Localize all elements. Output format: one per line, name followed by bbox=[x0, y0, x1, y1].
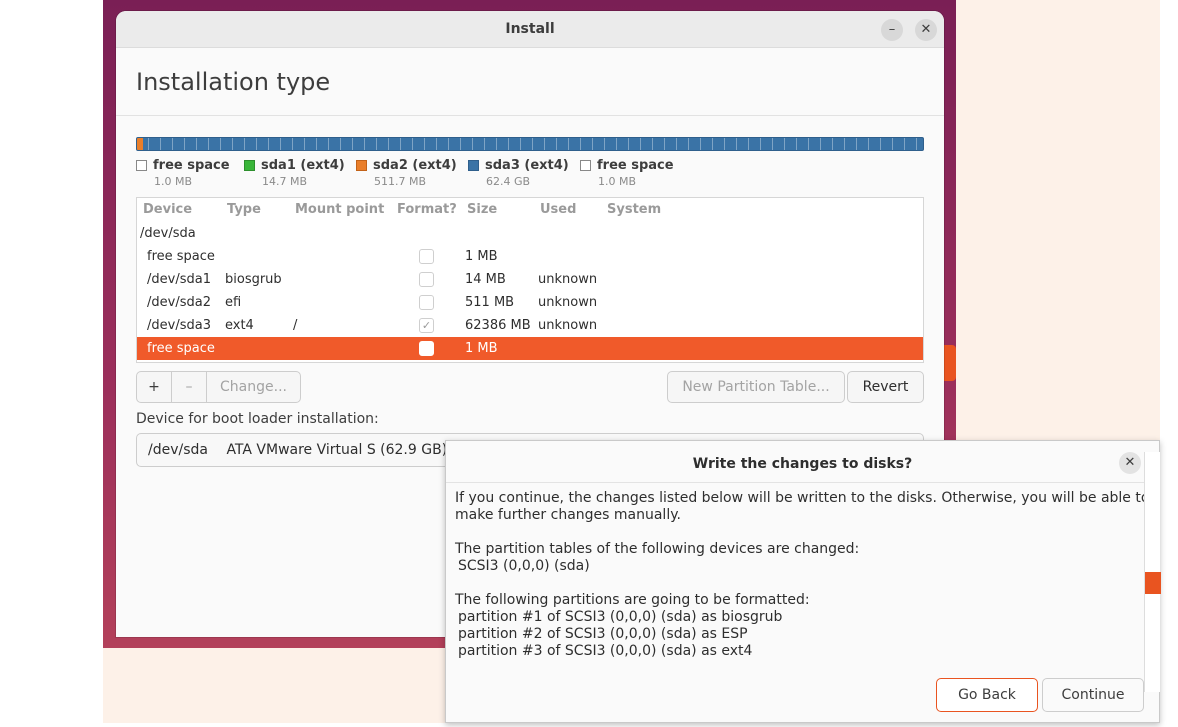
background-window bbox=[1144, 452, 1161, 692]
legend-item: free space 1.0 MB bbox=[136, 158, 230, 188]
column-header-used[interactable]: Used bbox=[540, 202, 576, 217]
cell-used: unknown bbox=[538, 272, 598, 287]
title-bar[interactable]: Install – ✕ bbox=[116, 11, 944, 48]
table-row[interactable]: free space 1 MB bbox=[137, 245, 923, 268]
window-title: Install bbox=[505, 21, 555, 37]
cell-size: 1 MB bbox=[465, 249, 498, 264]
cell-device: free space bbox=[147, 341, 215, 356]
cell-type: biosgrub bbox=[225, 272, 282, 287]
new-partition-table-button[interactable]: New Partition Table... bbox=[667, 371, 845, 403]
background-window-edge bbox=[943, 345, 956, 381]
cell-size: 14 MB bbox=[465, 272, 506, 287]
legend-swatch bbox=[244, 160, 255, 171]
write-changes-dialog: Write the changes to disks? ✕ If you con… bbox=[445, 440, 1160, 723]
column-header-size[interactable]: Size bbox=[467, 202, 497, 217]
legend-item: sda1 (ext4) 14.7 MB bbox=[244, 158, 345, 188]
legend-swatch bbox=[468, 160, 479, 171]
column-header-device[interactable]: Device bbox=[143, 202, 192, 217]
revert-button[interactable]: Revert bbox=[847, 371, 924, 403]
formatted-partition: partition #2 of SCSI3 (0,0,0) (sda) as E… bbox=[458, 626, 748, 642]
format-checkbox[interactable] bbox=[419, 249, 434, 264]
legend-label: free space bbox=[153, 158, 230, 173]
desktop-background-right bbox=[956, 0, 1160, 440]
divider bbox=[116, 115, 944, 116]
cell-type: ext4 bbox=[225, 318, 254, 333]
table-row-selected[interactable]: free space 1 MB bbox=[137, 337, 923, 360]
legend-swatch bbox=[136, 160, 147, 171]
partition-button-group: + – Change... bbox=[136, 371, 301, 403]
desktop-background-bottom bbox=[103, 648, 445, 723]
legend-item: sda2 (ext4) 511.7 MB bbox=[356, 158, 457, 188]
background-window-selection bbox=[1145, 572, 1161, 594]
cell-used: unknown bbox=[538, 318, 598, 333]
formatted-partitions-heading: The following partitions are going to be… bbox=[455, 592, 810, 608]
cell-mount-point: / bbox=[293, 318, 298, 333]
dialog-body: If you continue, the changes listed belo… bbox=[455, 490, 1150, 660]
cell-device: /dev/sda bbox=[140, 226, 196, 241]
partition-tables-heading: The partition tables of the following de… bbox=[455, 541, 860, 557]
legend-label: sda2 (ext4) bbox=[373, 158, 457, 173]
legend-swatch bbox=[356, 160, 367, 171]
cell-size: 62386 MB bbox=[465, 318, 531, 333]
page-title: Installation type bbox=[136, 68, 331, 96]
cell-size: 511 MB bbox=[465, 295, 515, 310]
remove-partition-button[interactable]: – bbox=[172, 372, 207, 402]
legend-label: sda3 (ext4) bbox=[485, 158, 569, 173]
format-checkbox[interactable] bbox=[419, 295, 434, 310]
legend-swatch bbox=[580, 160, 591, 171]
legend-size: 14.7 MB bbox=[262, 175, 308, 188]
minimize-icon[interactable]: – bbox=[881, 19, 903, 41]
formatted-partition: partition #3 of SCSI3 (0,0,0) (sda) as e… bbox=[458, 643, 753, 659]
boot-loader-label: Device for boot loader installation: bbox=[136, 411, 379, 427]
cell-device: free space bbox=[147, 249, 215, 264]
table-row[interactable]: /dev/sda1 biosgrub 14 MB unknown bbox=[137, 268, 923, 291]
legend-item: free space 1.0 MB bbox=[580, 158, 674, 188]
close-icon[interactable]: ✕ bbox=[915, 19, 937, 41]
boot-device: /dev/sda bbox=[148, 442, 208, 458]
boot-device-description: ATA VMware Virtual S (62.9 GB) bbox=[226, 442, 448, 458]
column-header-format[interactable]: Format? bbox=[397, 202, 457, 217]
add-partition-button[interactable]: + bbox=[137, 372, 172, 402]
changed-device: SCSI3 (0,0,0) (sda) bbox=[458, 558, 590, 574]
dialog-intro: If you continue, the changes listed belo… bbox=[455, 490, 1150, 523]
close-icon[interactable]: ✕ bbox=[1119, 452, 1141, 474]
legend-size: 1.0 MB bbox=[598, 175, 637, 188]
formatted-partition: partition #1 of SCSI3 (0,0,0) (sda) as b… bbox=[458, 609, 783, 625]
cell-size: 1 MB bbox=[465, 341, 498, 356]
column-header-type[interactable]: Type bbox=[227, 202, 261, 217]
format-checkbox-checked[interactable]: ✓ bbox=[419, 318, 434, 333]
legend-label: sda1 (ext4) bbox=[261, 158, 345, 173]
continue-button[interactable]: Continue bbox=[1042, 678, 1144, 712]
partition-bar-segment-sda2 bbox=[137, 138, 143, 150]
cell-used: unknown bbox=[538, 295, 598, 310]
dialog-title: Write the changes to disks? bbox=[446, 441, 1159, 483]
legend-size: 62.4 GB bbox=[486, 175, 531, 188]
go-back-button[interactable]: Go Back bbox=[936, 678, 1038, 712]
legend-size: 1.0 MB bbox=[154, 175, 193, 188]
table-row[interactable]: /dev/sda bbox=[137, 222, 923, 245]
cell-device: /dev/sda2 bbox=[147, 295, 211, 310]
legend-size: 511.7 MB bbox=[374, 175, 427, 188]
change-partition-button[interactable]: Change... bbox=[207, 372, 300, 402]
format-checkbox[interactable] bbox=[419, 341, 434, 356]
table-row[interactable]: /dev/sda3 ext4 / ✓ 62386 MB unknown bbox=[137, 314, 923, 337]
column-header-system[interactable]: System bbox=[607, 202, 661, 217]
partition-table[interactable]: Device Type Mount point Format? Size Use… bbox=[136, 197, 924, 363]
partition-bar bbox=[136, 137, 924, 151]
cell-type: efi bbox=[225, 295, 242, 310]
column-header-mount-point[interactable]: Mount point bbox=[295, 202, 384, 217]
legend-item: sda3 (ext4) 62.4 GB bbox=[468, 158, 569, 188]
cell-device: /dev/sda3 bbox=[147, 318, 211, 333]
cell-device: /dev/sda1 bbox=[147, 272, 211, 287]
table-row[interactable]: /dev/sda2 efi 511 MB unknown bbox=[137, 291, 923, 314]
format-checkbox[interactable] bbox=[419, 272, 434, 287]
legend-label: free space bbox=[597, 158, 674, 173]
